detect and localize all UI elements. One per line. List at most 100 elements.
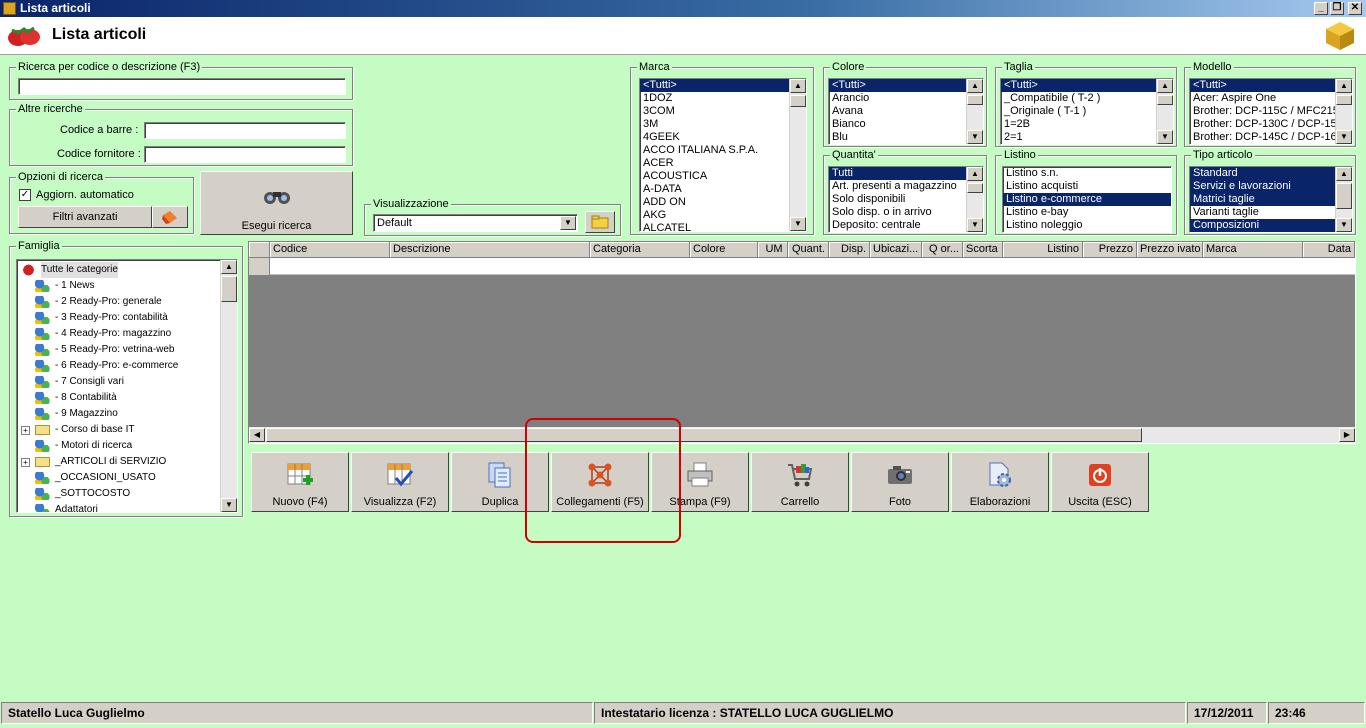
tree-item[interactable]: Adattatori xyxy=(21,502,237,512)
size-list[interactable]: <Tutti> _Compatibile ( T-2 ) _Originale … xyxy=(1000,78,1174,145)
list-item[interactable]: _Compatibile ( T-2 ) xyxy=(1001,92,1173,105)
list-item[interactable]: ACOUSTICA xyxy=(640,170,806,183)
close-button[interactable]: ✕ xyxy=(1348,2,1362,15)
list-item[interactable]: Composizioni xyxy=(1190,219,1352,232)
list-item[interactable]: Brother: DCP-145C / DCP-165 xyxy=(1190,131,1352,144)
list-item[interactable]: Deposito: centrale xyxy=(829,219,983,232)
list-item[interactable]: Blu xyxy=(829,131,983,144)
column-header[interactable]: Disp. xyxy=(829,242,870,258)
tree-item[interactable]: - 5 Ready-Pro: vetrina-web xyxy=(21,342,237,358)
price-list[interactable]: Listino s.n. Listino acquisti Listino e-… xyxy=(1002,166,1172,233)
tree-item-root[interactable]: Tutte le categorie xyxy=(21,262,237,278)
list-item[interactable]: <Tutti> xyxy=(829,79,983,92)
minimize-button[interactable]: _ xyxy=(1314,2,1328,15)
list-item[interactable]: ALCATEL xyxy=(640,222,806,231)
list-item[interactable]: Varianti taglie xyxy=(1190,206,1352,219)
scroll-down-icon[interactable]: ▼ xyxy=(967,130,983,144)
scroll-thumb[interactable] xyxy=(790,95,806,107)
list-item[interactable]: Art. presenti a magazzino xyxy=(829,180,983,193)
list-item[interactable]: 3M xyxy=(640,118,806,131)
list-item[interactable]: <Tutti> xyxy=(1001,79,1173,92)
article-type-list[interactable]: Standard Servizi e lavorazioni Matrici t… xyxy=(1189,166,1353,233)
list-item[interactable]: Listino s.n. xyxy=(1003,167,1171,180)
tree-item[interactable]: - 7 Consigli vari xyxy=(21,374,237,390)
list-item[interactable]: Matrici taglie xyxy=(1190,193,1352,206)
list-item[interactable]: Listino noleggio xyxy=(1003,219,1171,232)
tree-item[interactable]: - 8 Contabilità xyxy=(21,390,237,406)
list-item[interactable]: Standard xyxy=(1190,167,1352,180)
scroll-up-icon[interactable]: ▲ xyxy=(1336,79,1352,93)
table-row[interactable] xyxy=(270,258,1355,275)
list-item[interactable]: Solo disp. o in arrivo xyxy=(829,206,983,219)
articles-grid[interactable]: Codice Descrizione Categoria Colore UM Q… xyxy=(248,241,1356,444)
tree-item[interactable]: - Motori di ricerca xyxy=(21,438,237,454)
tree-item[interactable]: - 1 News xyxy=(21,278,237,294)
list-item[interactable]: Solo disponibili xyxy=(829,193,983,206)
brand-scrollbar[interactable]: ▲ ▼ xyxy=(789,79,806,231)
column-header[interactable]: Quant. xyxy=(788,242,829,258)
family-scrollbar[interactable]: ▲ ▼ xyxy=(220,260,237,512)
tree-item[interactable]: _SOTTOCOSTO xyxy=(21,486,237,502)
list-item[interactable]: ADD ON xyxy=(640,196,806,209)
scroll-up-icon[interactable]: ▲ xyxy=(967,167,983,181)
scroll-down-icon[interactable]: ▼ xyxy=(1336,218,1352,232)
search-input[interactable] xyxy=(18,78,346,95)
tree-item[interactable]: - 4 Ready-Pro: magazzino xyxy=(21,326,237,342)
execute-search-button[interactable]: Esegui ricerca xyxy=(200,171,353,235)
list-item[interactable]: Bianco xyxy=(829,118,983,131)
list-item[interactable]: Acer: Aspire One xyxy=(1190,92,1352,105)
list-item[interactable]: Brother: DCP-130C / DCP-150 xyxy=(1190,118,1352,131)
model-list[interactable]: <Tutti> Acer: Aspire One Brother: DCP-11… xyxy=(1189,78,1353,145)
grid-header-selector[interactable] xyxy=(249,242,270,258)
model-scrollbar[interactable]: ▲ ▼ xyxy=(1335,79,1352,144)
view-select[interactable]: Default ▼ xyxy=(373,214,578,232)
scroll-right-icon[interactable]: ▶ xyxy=(1339,428,1355,442)
view-button[interactable]: Visualizza (F2) xyxy=(351,452,449,512)
list-item[interactable]: Servizi e lavorazioni xyxy=(1190,180,1352,193)
tree-item[interactable]: - 6 Ready-Pro: e-commerce xyxy=(21,358,237,374)
processing-button[interactable]: Elaborazioni xyxy=(951,452,1049,512)
column-header[interactable]: Marca xyxy=(1203,242,1303,258)
advanced-filters-button[interactable]: Filtri avanzati xyxy=(18,206,152,228)
new-button[interactable]: Nuovo (F4) xyxy=(251,452,349,512)
list-item[interactable]: AKG xyxy=(640,209,806,222)
view-folder-button[interactable] xyxy=(585,211,615,233)
list-item[interactable]: Brother: DCP-115C / MFC215 xyxy=(1190,105,1352,118)
color-scrollbar[interactable]: ▲ ▼ xyxy=(966,79,983,144)
list-item[interactable]: ACER xyxy=(640,157,806,170)
window-titlebar[interactable]: Lista articoli xyxy=(0,0,1366,17)
scroll-up-icon[interactable]: ▲ xyxy=(967,79,983,93)
tree-item[interactable]: - 9 Magazzino xyxy=(21,406,237,422)
list-item[interactable]: 1=2B xyxy=(1001,118,1173,131)
scroll-down-icon[interactable]: ▼ xyxy=(967,218,983,232)
scroll-up-icon[interactable]: ▲ xyxy=(1157,79,1173,93)
list-item[interactable]: _Originale ( T-1 ) xyxy=(1001,105,1173,118)
exit-button[interactable]: Uscita (ESC) xyxy=(1051,452,1149,512)
grid-hscrollbar[interactable]: ◀ ▶ xyxy=(249,427,1355,443)
column-header[interactable]: Q or... xyxy=(922,242,963,258)
scroll-up-icon[interactable]: ▲ xyxy=(221,260,237,274)
scroll-down-icon[interactable]: ▼ xyxy=(1157,130,1173,144)
article-type-scrollbar[interactable]: ▲ ▼ xyxy=(1335,167,1352,232)
column-header[interactable]: Data xyxy=(1303,242,1355,258)
tree-item[interactable]: - 3 Ready-Pro: contabilità xyxy=(21,310,237,326)
list-item[interactable]: <Tutti> xyxy=(1190,79,1352,92)
list-item[interactable]: 4GEEK xyxy=(640,131,806,144)
column-header[interactable]: Codice xyxy=(270,242,390,258)
column-header[interactable]: Ubicazi... xyxy=(870,242,922,258)
list-item[interactable]: Arancio xyxy=(829,92,983,105)
column-header[interactable]: Categoria xyxy=(590,242,690,258)
list-item[interactable]: ACCO ITALIANA S.P.A. xyxy=(640,144,806,157)
list-item[interactable]: Listino e-bay xyxy=(1003,206,1171,219)
scroll-left-icon[interactable]: ◀ xyxy=(249,428,265,442)
column-header[interactable]: UM xyxy=(758,242,788,258)
list-item[interactable]: <Tutti> xyxy=(640,79,806,92)
column-header[interactable]: Prezzo ivato xyxy=(1137,242,1203,258)
quantity-list[interactable]: Tutti Art. presenti a magazzino Solo dis… xyxy=(828,166,984,233)
scroll-thumb[interactable] xyxy=(1336,95,1352,105)
expand-icon[interactable]: + xyxy=(21,425,30,435)
photo-button[interactable]: Foto xyxy=(851,452,949,512)
scroll-thumb[interactable] xyxy=(1336,183,1352,209)
list-item[interactable]: A-DATA xyxy=(640,183,806,196)
list-item[interactable]: Listino acquisti xyxy=(1003,180,1171,193)
